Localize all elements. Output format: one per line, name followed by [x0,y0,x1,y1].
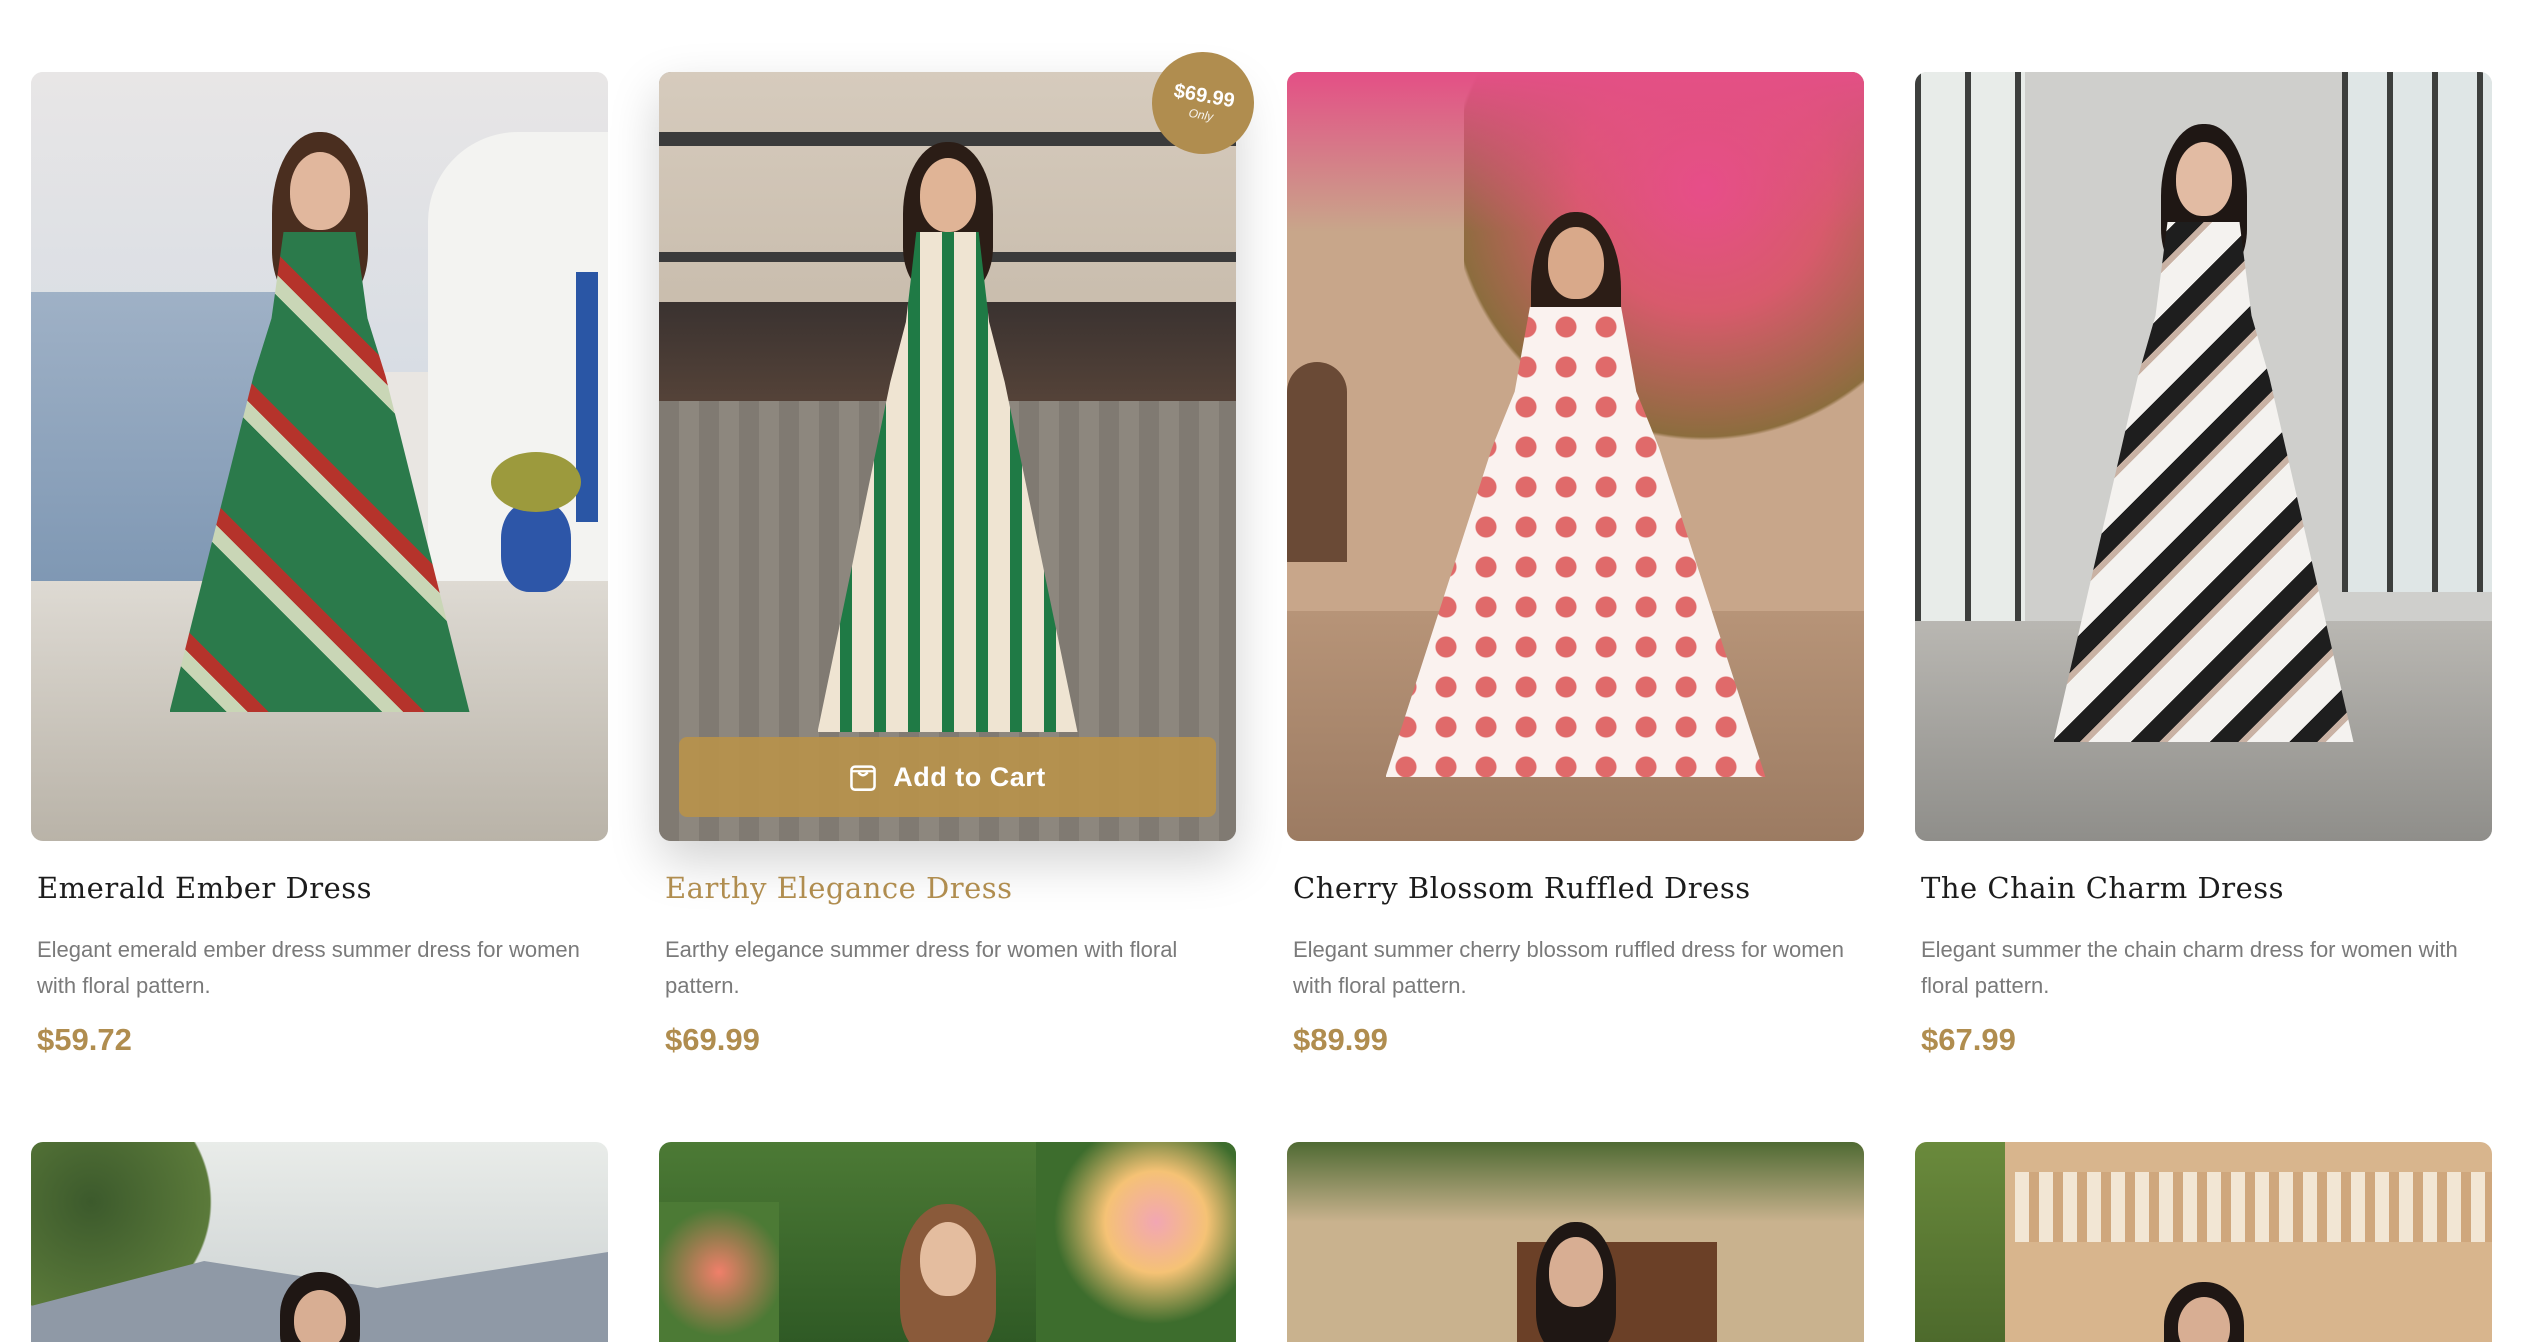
product-description: Elegant summer the chain charm dress for… [1921,937,2458,998]
product-card[interactable]: Cherry Blossom Ruffled Dress Elegant sum… [1287,72,1864,1142]
product-card[interactable] [31,1142,608,1342]
product-card[interactable] [1287,1142,1864,1342]
product-image[interactable] [659,1142,1236,1342]
product-image[interactable] [1287,1142,1864,1342]
product-card[interactable]: The Chain Charm Dress Elegant summer the… [1915,72,2492,1142]
badge-note: Only [1187,105,1215,124]
product-price: $69.99 [665,1022,760,1057]
product-image[interactable] [1915,1142,2492,1342]
product-description: Elegant summer cherry blossom ruffled dr… [1293,937,1845,998]
product-price: $67.99 [1921,1022,2016,1057]
product-title[interactable]: The Chain Charm Dress [1921,871,2284,905]
product-grid-row-2 [31,1142,2492,1342]
product-grid: Emerald Ember Dress Elegant emerald embe… [31,43,2492,1142]
product-card[interactable] [1915,1142,2492,1342]
product-card[interactable] [659,1142,1236,1342]
product-price: $89.99 [1293,1022,1388,1057]
product-card[interactable]: Emerald Ember Dress Elegant emerald embe… [31,72,608,1142]
product-image[interactable] [31,72,608,841]
add-to-cart-button[interactable]: Add to Cart [679,737,1216,817]
product-title[interactable]: Cherry Blossom Ruffled Dress [1293,871,1751,905]
add-to-cart-label: Add to Cart [893,761,1046,792]
product-description: Earthy elegance summer dress for women w… [665,937,1178,998]
product-description: Elegant emerald ember dress summer dress… [37,937,580,998]
product-title[interactable]: Emerald Ember Dress [37,871,372,905]
shopping-bag-icon [850,765,877,791]
product-image[interactable] [31,1142,608,1342]
product-image[interactable] [1915,72,2492,841]
product-image[interactable] [1287,72,1864,841]
product-image[interactable]: Add to Cart [659,72,1236,841]
product-price: $59.72 [37,1022,132,1057]
product-card[interactable]: $69.99 Only Add to Cart Earthy Elegance … [659,43,1263,1142]
product-title[interactable]: Earthy Elegance Dress [665,871,1013,905]
